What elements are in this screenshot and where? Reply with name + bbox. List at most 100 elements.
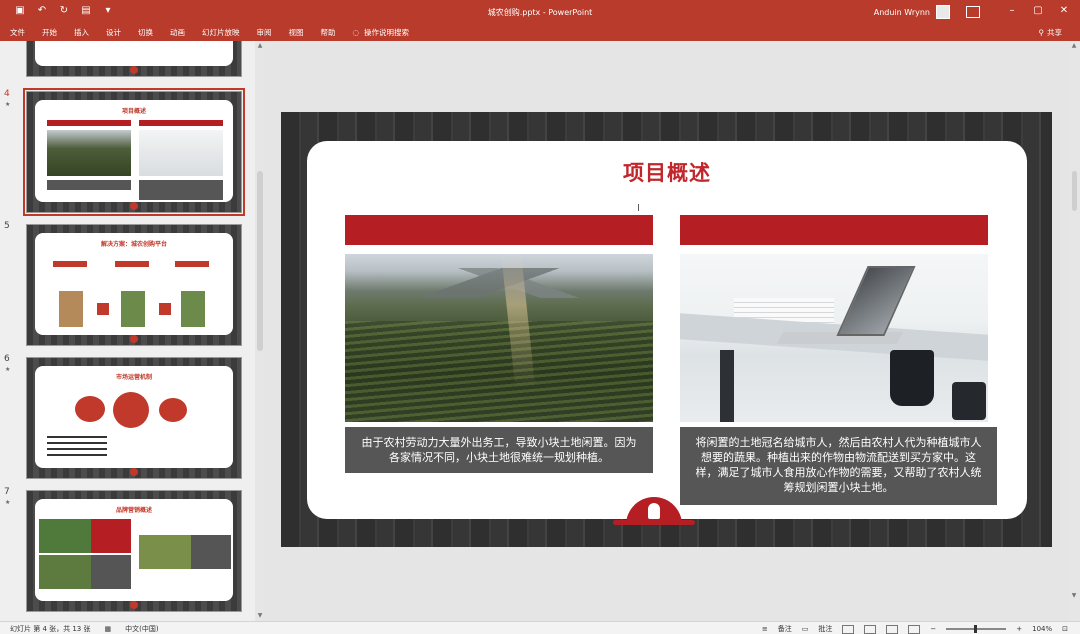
comments-button[interactable]: 批注 (818, 624, 832, 634)
thumb-text-lines (47, 436, 107, 460)
tab-animations[interactable]: 动画 (170, 27, 185, 38)
slide-title[interactable]: 项目概述 (307, 157, 1027, 187)
slide-thumbnail-pane[interactable]: 4 ★ 项目概述 5 解决方案：城农创购平台 6 ★ 市场运营机制 7 ★ 品牌… (0, 41, 265, 621)
fit-to-window-icon[interactable]: ⊡ (1062, 625, 1068, 633)
minimize-icon[interactable]: – (1004, 3, 1020, 19)
farmland-photo[interactable] (345, 254, 653, 422)
edit-scrollbar[interactable]: ▲ ▼ (1069, 41, 1080, 621)
scroll-up-icon[interactable]: ▲ (1069, 41, 1079, 51)
slideshow-icon[interactable] (908, 624, 921, 634)
left-caption[interactable]: 由于农村劳动力大量外出务工，导致小块土地闲置。因为各家情况不同，小块土地很难统一… (345, 427, 653, 473)
thumb-photo (139, 535, 191, 569)
thumb-red-band (175, 261, 209, 267)
person-icon: ⚲ (1038, 28, 1045, 37)
thumb-number: 4 (4, 89, 10, 99)
normal-view-icon[interactable] (842, 624, 855, 634)
thumb-photo (59, 291, 83, 327)
scrollbar-thumb[interactable] (1072, 171, 1077, 211)
slide-content-card: 项目概述 I 由于农村劳动力大量外出务工，导致小块土地闲置。因为各家情况不同，小… (307, 141, 1027, 519)
zoom-slider-knob[interactable] (974, 625, 978, 633)
maximize-icon[interactable]: ▢ (1030, 3, 1046, 19)
tab-insert[interactable]: 插入 (74, 27, 89, 38)
thumb-red-band (139, 120, 223, 126)
thumb-bubble (75, 396, 105, 422)
zoom-slider[interactable] (946, 625, 1007, 633)
thumb-gray-block (191, 535, 231, 569)
thumb-number: 7 (4, 487, 10, 497)
language-indicator[interactable]: 中文(中国) (125, 624, 158, 634)
scrollbar-thumb[interactable] (257, 171, 263, 351)
user-name[interactable]: Anduin Wrynn (874, 8, 930, 17)
ribbon-display-options-icon[interactable] (966, 6, 980, 18)
tell-me-label: 操作说明搜索 (364, 28, 410, 37)
slide-sorter-icon[interactable] (864, 624, 877, 634)
thumb-card (35, 41, 233, 66)
tab-help[interactable]: 帮助 (321, 27, 336, 38)
mug-icon (890, 350, 934, 406)
mountain-ridge (345, 268, 653, 298)
thumb-photo (47, 130, 131, 176)
text-cursor-icon: I (637, 203, 640, 214)
scroll-down-icon[interactable]: ▼ (1069, 591, 1079, 601)
office-desk-photo[interactable] (680, 254, 988, 422)
thumb-red-band (115, 261, 149, 267)
scroll-up-icon[interactable]: ▲ (255, 41, 265, 51)
thumb-photo (139, 130, 223, 176)
title-bar: ▣ ↶ ↻ ▤ ▾ 城农创购.pptx - PowerPoint Anduin … (0, 0, 1080, 24)
tab-view[interactable]: 视图 (289, 27, 304, 38)
avatar[interactable] (936, 5, 950, 19)
thumb-plus-icon (159, 303, 171, 315)
tab-design[interactable]: 设计 (106, 27, 121, 38)
tab-file[interactable]: 文件 (10, 27, 25, 38)
thumb-photo (39, 519, 91, 553)
thumb-badge-icon (130, 66, 138, 74)
tab-review[interactable]: 审阅 (257, 27, 272, 38)
reading-view-icon[interactable] (886, 624, 899, 634)
tell-me-search[interactable]: ◌ 操作说明搜索 (353, 27, 410, 38)
transition-star-icon: ★ (5, 101, 11, 108)
thumb-title: 解决方案：城农创购平台 (100, 241, 167, 248)
thumb-badge-icon (130, 468, 138, 476)
thumb-badge-icon (130, 202, 138, 210)
share-button[interactable]: ⚲ 共享 (1039, 27, 1063, 38)
left-red-band[interactable] (345, 215, 653, 245)
zoom-in-icon[interactable]: + (1016, 625, 1022, 633)
tab-home[interactable]: 开始 (42, 27, 57, 38)
slide-thumbnail-5[interactable]: 解决方案：城农创购平台 (26, 224, 242, 346)
ribbon-tabs: 文件 开始 插入 设计 切换 动画 幻灯片放映 审阅 视图 帮助 ◌ 操作说明搜… (0, 24, 1080, 41)
thumb-title: 品牌营销概述 (115, 507, 152, 514)
thumb-red-band (53, 261, 87, 267)
right-red-band[interactable] (680, 215, 988, 245)
slide-thumbnail-6[interactable]: 市场运营机制 (26, 357, 242, 479)
notes-icon: ≡ (761, 625, 768, 633)
laptop-icon (836, 266, 916, 336)
thumb-caption (139, 180, 223, 200)
slide-thumbnail-3[interactable] (26, 41, 242, 77)
crop-rows (345, 321, 653, 422)
rocket-badge-base (613, 520, 695, 525)
tab-slideshow[interactable]: 幻灯片放映 (202, 27, 240, 38)
scroll-down-icon[interactable]: ▼ (255, 611, 265, 621)
desk-leg (720, 350, 734, 422)
thumb-number: 5 (4, 221, 10, 231)
thumb-photo (39, 555, 91, 589)
status-bar: 幻灯片 第 4 张，共 13 张 ▦ 中文(中国) ≡ 备注 ▭ 批注 − + … (0, 621, 1080, 634)
zoom-level[interactable]: 104% (1032, 625, 1052, 633)
slide-thumbnail-7[interactable]: 品牌营销概述 (26, 490, 242, 612)
slide-thumbnail-4[interactable]: 项目概述 (23, 88, 245, 216)
transition-star-icon: ★ (5, 499, 11, 506)
thumb-card: 品牌营销概述 (35, 499, 233, 601)
thumbnail-scrollbar[interactable]: ▲ ▼ (255, 41, 265, 621)
thumb-bubble (113, 392, 149, 428)
right-caption[interactable]: 将闲置的土地冠名给城市人，然后由农村人代为种植城市人想要的蔬果。种植出来的作物由… (680, 427, 997, 505)
spellcheck-icon[interactable]: ▦ (105, 625, 112, 633)
zoom-out-icon[interactable]: − (930, 625, 936, 633)
comments-icon: ▭ (801, 625, 809, 633)
slide-counter: 幻灯片 第 4 张，共 13 张 (10, 625, 91, 633)
notes-button[interactable]: 备注 (778, 624, 792, 634)
thumb-card: 解决方案：城农创购平台 (35, 233, 233, 335)
close-icon[interactable]: ✕ (1056, 3, 1072, 19)
tab-transitions[interactable]: 切换 (138, 27, 153, 38)
current-slide[interactable]: 项目概述 I 由于农村劳动力大量外出务工，导致小块土地闲置。因为各家情况不同，小… (281, 112, 1052, 547)
thumb-title: 市场运营机制 (115, 374, 152, 381)
